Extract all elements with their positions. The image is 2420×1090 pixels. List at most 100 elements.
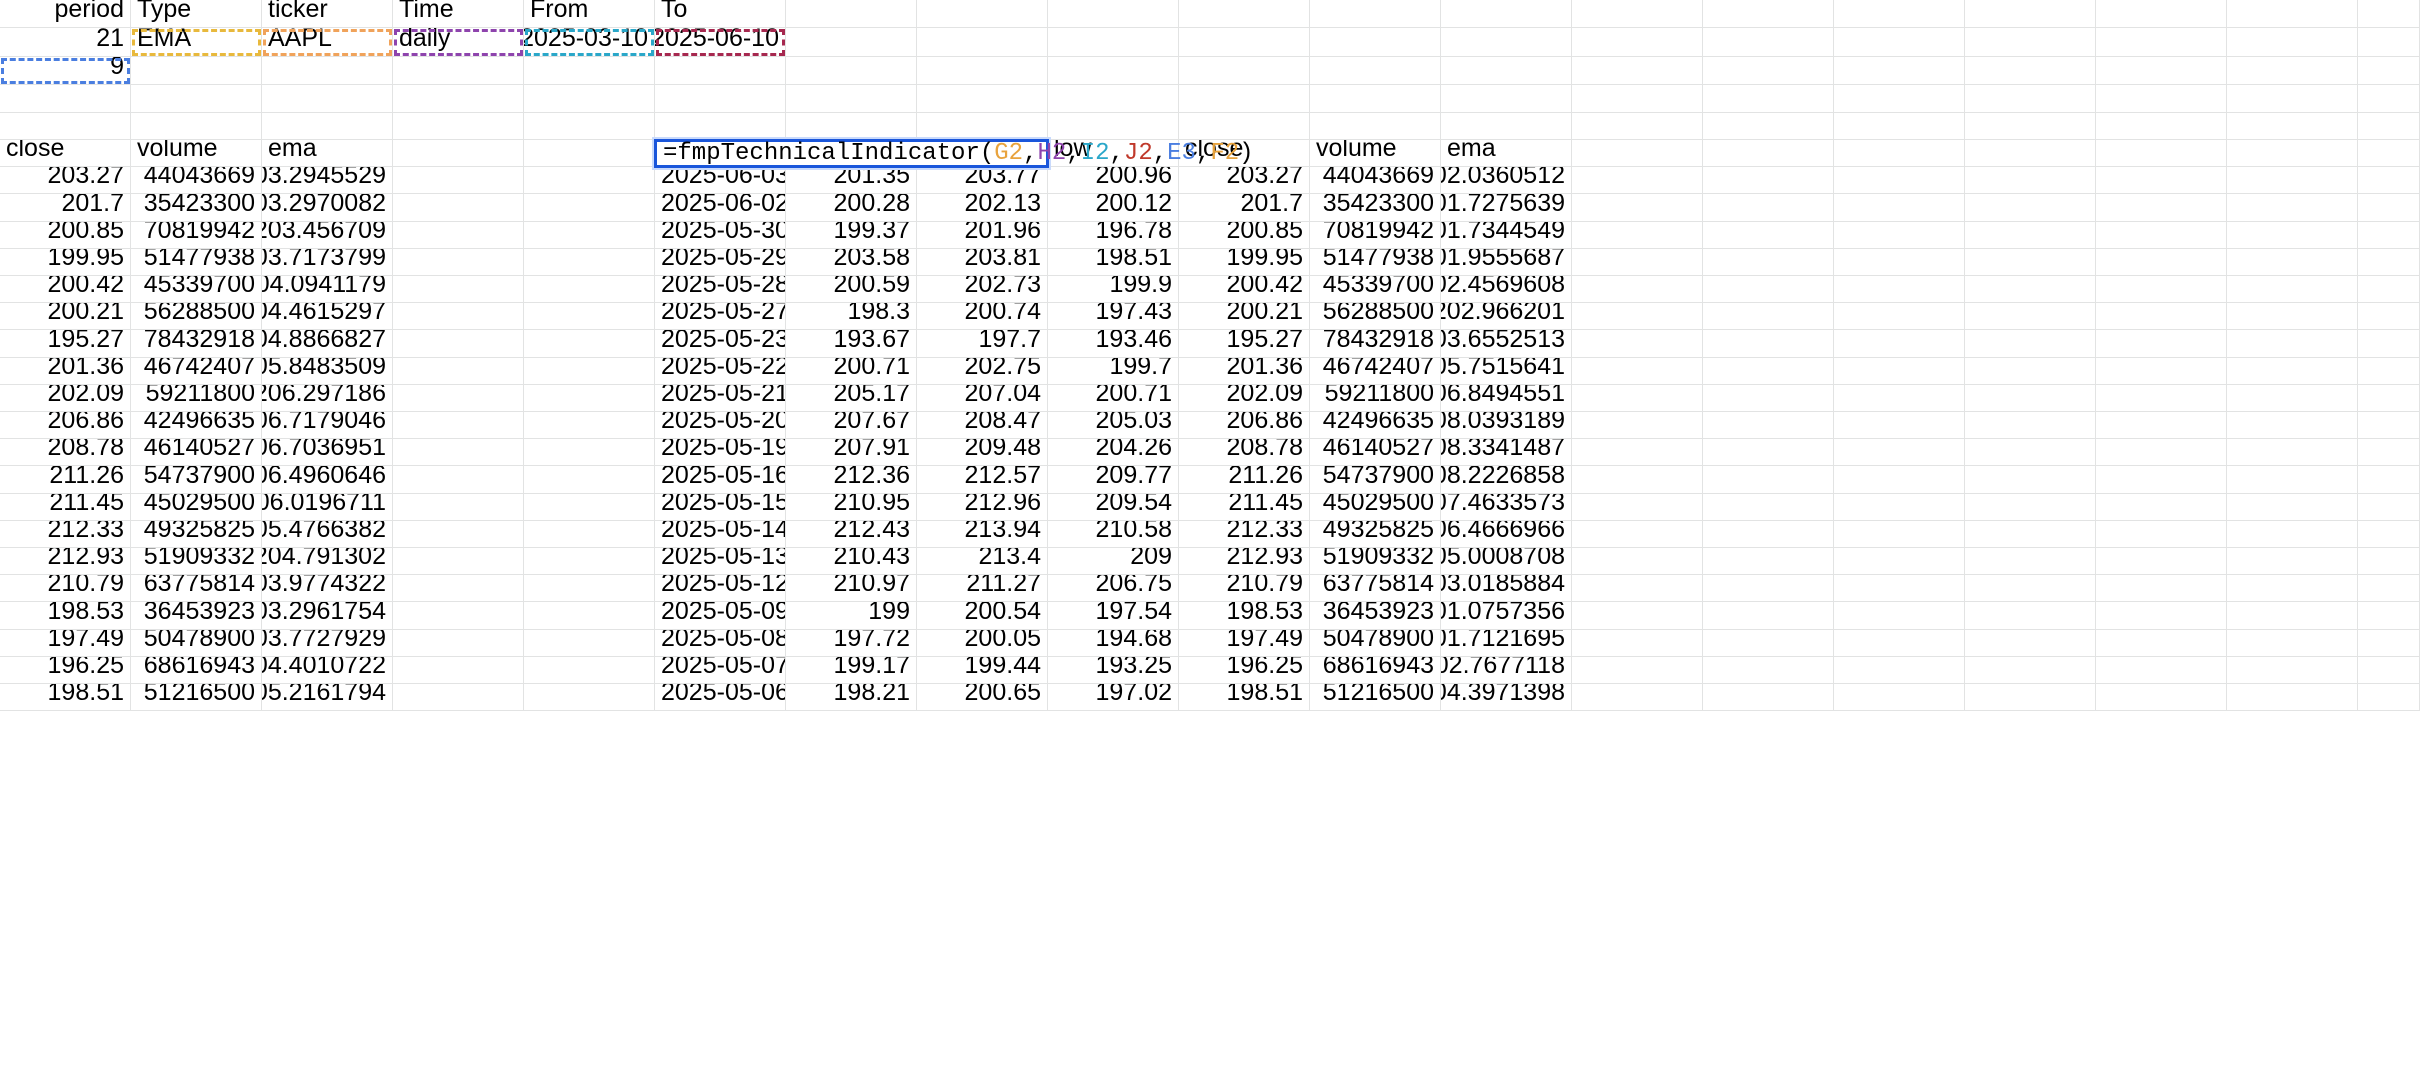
empty-cell[interactable]: [393, 575, 524, 603]
empty-cell[interactable]: [2096, 629, 2227, 657]
left-cell-ema[interactable]: 204.8866827: [262, 330, 393, 358]
empty-cell[interactable]: [1965, 0, 2096, 28]
right-cell-value[interactable]: 198.51: [1179, 684, 1310, 712]
empty-cell[interactable]: [1310, 28, 1441, 57]
right-cell-value[interactable]: 202.966201: [1441, 303, 1572, 331]
right-cell-value[interactable]: 210.79: [1179, 575, 1310, 603]
right-cell-value[interactable]: 200.71: [786, 357, 917, 385]
param-value-3[interactable]: daily: [393, 28, 524, 57]
empty-cell[interactable]: [1703, 0, 1834, 28]
right-cell-value[interactable]: 45339700: [1310, 276, 1441, 304]
right-cell-value[interactable]: 200.54: [917, 602, 1048, 630]
empty-cell[interactable]: [524, 113, 655, 140]
left-cell-close[interactable]: 200.85: [0, 221, 131, 249]
empty-cell[interactable]: [524, 656, 655, 684]
right-cell-value[interactable]: 210.97: [786, 575, 917, 603]
empty-cell[interactable]: [1703, 113, 1834, 140]
right-cell-value[interactable]: 212.43: [786, 520, 917, 548]
empty-cell[interactable]: [2096, 439, 2227, 467]
empty-cell[interactable]: [524, 602, 655, 630]
right-cell-value[interactable]: 193.67: [786, 330, 917, 358]
right-cell-value[interactable]: 208.47: [917, 412, 1048, 440]
empty-cell[interactable]: [2227, 602, 2358, 630]
right-cell-value[interactable]: 202.75: [917, 357, 1048, 385]
empty-cell[interactable]: [2096, 412, 2227, 440]
empty-cell[interactable]: [2096, 656, 2227, 684]
left-cell-volume[interactable]: 68616943: [131, 656, 262, 684]
empty-cell[interactable]: [1572, 412, 1703, 440]
empty-cell[interactable]: [1703, 629, 1834, 657]
right-cell-value[interactable]: 202.7677118: [1441, 656, 1572, 684]
right-cell-date[interactable]: 2025-05-21 00:0: [655, 384, 786, 412]
right-cell-value[interactable]: 63775814: [1310, 575, 1441, 603]
right-cell-value[interactable]: 196.78: [1048, 221, 1179, 249]
empty-cell[interactable]: [1834, 384, 1965, 412]
right-cell-value[interactable]: 197.54: [1048, 602, 1179, 630]
right-cell-value[interactable]: 201.9555687: [1441, 248, 1572, 276]
right-cell-value[interactable]: 46742407: [1310, 357, 1441, 385]
empty-cell[interactable]: [1703, 466, 1834, 494]
right-cell-value[interactable]: 198.3: [786, 303, 917, 331]
right-cell-value[interactable]: 36453923: [1310, 602, 1441, 630]
empty-cell[interactable]: [1572, 113, 1703, 140]
empty-cell[interactable]: [2227, 384, 2358, 412]
empty-cell[interactable]: [917, 57, 1048, 85]
empty-cell[interactable]: [393, 85, 524, 113]
empty-cell[interactable]: [393, 384, 524, 412]
right-cell-value[interactable]: 212.33: [1179, 520, 1310, 548]
empty-cell[interactable]: [1179, 113, 1310, 140]
right-cell-value[interactable]: 78432918: [1310, 330, 1441, 358]
empty-cell[interactable]: [524, 167, 655, 195]
empty-cell[interactable]: [1310, 85, 1441, 113]
left-cell-ema[interactable]: 203.7173799: [262, 248, 393, 276]
empty-cell[interactable]: [1703, 493, 1834, 521]
empty-cell[interactable]: [1834, 330, 1965, 358]
empty-cell[interactable]: [2358, 656, 2420, 684]
right-cell-value[interactable]: 206.8494551: [1441, 384, 1572, 412]
left-cell-close[interactable]: 200.21: [0, 303, 131, 331]
empty-cell[interactable]: [524, 140, 655, 168]
left-cell-close[interactable]: 212.93: [0, 548, 131, 576]
empty-cell[interactable]: [2096, 140, 2227, 168]
empty-cell[interactable]: [655, 85, 786, 113]
empty-cell[interactable]: [524, 330, 655, 358]
empty-cell[interactable]: [2096, 85, 2227, 113]
empty-cell[interactable]: [1572, 221, 1703, 249]
right-cell-value[interactable]: 212.57: [917, 466, 1048, 494]
empty-cell[interactable]: [524, 412, 655, 440]
right-cell-value[interactable]: 199.9: [1048, 276, 1179, 304]
empty-cell[interactable]: [524, 629, 655, 657]
empty-cell[interactable]: [917, 28, 1048, 57]
right-cell-value[interactable]: 211.26: [1179, 466, 1310, 494]
empty-cell[interactable]: [1048, 57, 1179, 85]
right-cell-value[interactable]: 195.27: [1179, 330, 1310, 358]
empty-cell[interactable]: [1572, 140, 1703, 168]
right-cell-value[interactable]: 200.65: [917, 684, 1048, 712]
empty-cell[interactable]: [524, 221, 655, 249]
empty-cell[interactable]: [2358, 57, 2420, 85]
empty-cell[interactable]: [1834, 493, 1965, 521]
empty-cell[interactable]: [1834, 629, 1965, 657]
empty-cell[interactable]: [917, 0, 1048, 28]
empty-cell[interactable]: [2096, 520, 2227, 548]
right-cell-value[interactable]: 202.73: [917, 276, 1048, 304]
empty-cell[interactable]: [524, 384, 655, 412]
empty-cell[interactable]: [2096, 221, 2227, 249]
right-cell-value[interactable]: 200.05: [917, 629, 1048, 657]
right-cell-date[interactable]: 2025-05-13 00:0: [655, 548, 786, 576]
empty-cell[interactable]: [262, 57, 393, 85]
left-cell-volume[interactable]: 51216500: [131, 684, 262, 712]
empty-cell[interactable]: [2096, 602, 2227, 630]
right-cell-value[interactable]: 202.09: [1179, 384, 1310, 412]
empty-cell[interactable]: [393, 357, 524, 385]
left-cell-close[interactable]: 198.51: [0, 684, 131, 712]
left-cell-close[interactable]: 211.45: [0, 493, 131, 521]
right-cell-date[interactable]: 2025-05-09 00:0: [655, 602, 786, 630]
empty-cell[interactable]: [2096, 575, 2227, 603]
empty-cell[interactable]: [393, 276, 524, 304]
right-cell-value[interactable]: 199: [786, 602, 917, 630]
right-cell-value[interactable]: 56288500: [1310, 303, 1441, 331]
empty-cell[interactable]: [2096, 384, 2227, 412]
empty-cell[interactable]: [2358, 384, 2420, 412]
empty-cell[interactable]: [1703, 28, 1834, 57]
